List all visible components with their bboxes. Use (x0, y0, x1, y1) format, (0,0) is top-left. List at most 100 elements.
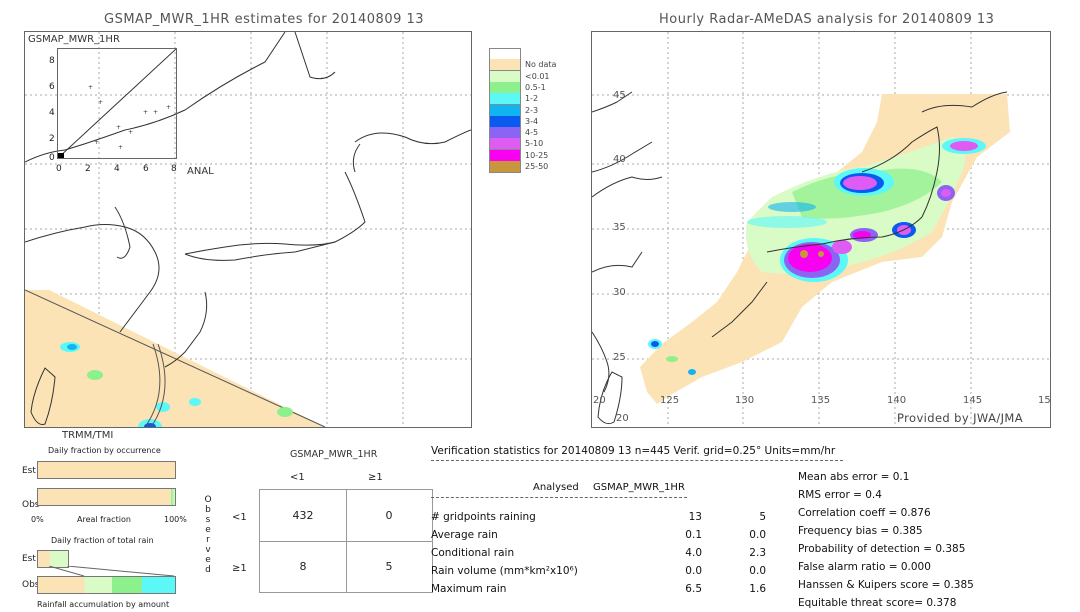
sensor-label: TRMM/TMI (62, 430, 114, 441)
legend-label: <0.01 (525, 71, 550, 81)
corner-lat-label: 20 (616, 413, 629, 424)
contingency-row-header: <1 (232, 512, 247, 523)
inset-y-tick: 8 (49, 56, 55, 66)
inset-label: GSMAP_MWR_1HR (28, 34, 120, 45)
svg-text:+: + (153, 109, 158, 116)
column-divider (431, 497, 687, 498)
total-rain-caption: Rainfall accumulation by amount (37, 600, 170, 609)
legend-swatch (489, 93, 521, 106)
stat-product-value: 1.6 (749, 583, 766, 595)
col-product-header: GSMAP_MWR_1HR (593, 482, 685, 493)
contingency-col-header: ≥1 (368, 472, 383, 483)
legend-label: 3-4 (525, 116, 539, 126)
lon-tick: 125 (660, 395, 680, 406)
inset-x-tick: 4 (114, 164, 120, 174)
left-map-title: GSMAP_MWR_1HR estimates for 20140809 13 (104, 12, 425, 27)
stat-label: Maximum rain (431, 583, 507, 595)
stat-label: # gridpoints raining (431, 511, 536, 523)
contingency-cell-misses: 8 (299, 559, 307, 573)
legend-label: 25-50 (525, 162, 549, 171)
contingency-cell-hits: 5 (385, 559, 393, 573)
observed-letter: b (205, 505, 211, 515)
legend-swatch (489, 70, 521, 83)
lat-tick: 40 (613, 154, 626, 165)
precip-legend: No data <0.01 0.5-1 1-2 2-3 3-4 4-5 5-10 10-25 25… (489, 48, 569, 173)
gsmap-estimates-map: GSMAP_MWR_1HR + + + + + + + + + 8 6 4 2 0 0 2 … (24, 31, 472, 428)
lat-tick: 20 (593, 395, 606, 406)
contingency-cell-hits-none: 432 (292, 508, 314, 522)
areal-axis-label: Areal fraction (77, 515, 131, 524)
inset-y-tick: 6 (49, 82, 55, 92)
coastline-hokkaido (354, 129, 471, 145)
radar-amedas-map: 45 40 35 30 25 20 125 130 135 140 145 15… (591, 31, 1051, 428)
verification-score: Frequency bias = 0.385 (798, 525, 923, 537)
inset-x-tick: 0 (56, 164, 62, 174)
svg-text:+: + (128, 129, 133, 136)
lon-tick: 145 (963, 395, 983, 406)
header-divider (431, 460, 843, 461)
stat-analysed-value: 0.0 (685, 565, 702, 577)
stat-product-value: 0.0 (749, 529, 766, 541)
legend-swatch (489, 138, 521, 151)
verification-score: False alarm ratio = 0.000 (798, 561, 931, 573)
lon-tick: 140 (887, 395, 907, 406)
verification-score: Mean abs error = 0.1 (798, 471, 910, 483)
radar-map-canvas (592, 32, 1050, 427)
right-map-title: Hourly Radar-AMeDAS analysis for 2014080… (659, 12, 995, 27)
occurrence-obs-bar (37, 488, 176, 506)
observed-letter: e (205, 555, 211, 565)
stat-product-value: 5 (759, 511, 766, 523)
legend-swatch (489, 127, 521, 140)
legend-swatch (489, 81, 521, 94)
inset-y-tick: 4 (49, 108, 55, 118)
observed-letter: O (204, 495, 212, 505)
legend-label: 2-3 (525, 105, 539, 115)
legend-swatch (489, 59, 521, 72)
svg-text:+: + (116, 124, 121, 131)
svg-text:+: + (166, 104, 171, 111)
inset-y-tick: 0 (49, 153, 55, 163)
observed-letter: v (205, 545, 211, 555)
observed-letter: s (205, 515, 211, 525)
total-rain-obs-bar (37, 576, 176, 594)
svg-text:+: + (88, 84, 93, 91)
areal-axis-left: 0% (31, 515, 44, 524)
inset-x-tick: 8 (171, 164, 177, 174)
verification-score: Probability of detection = 0.385 (798, 543, 966, 555)
stat-analysed-value: 4.0 (685, 547, 702, 559)
inset-y-tick: 2 (49, 134, 55, 144)
legend-label: 5-10 (525, 139, 544, 149)
inset-x-axis-label: ANAL (187, 166, 214, 177)
inset-scatter-plot: + + + + + + + + + (57, 48, 177, 159)
coastline-korea (114, 206, 131, 259)
stat-analysed-value: 13 (688, 511, 702, 523)
lat-tick: 25 (613, 352, 626, 363)
observed-letter: d (205, 565, 211, 575)
lat-tick: 45 (613, 90, 626, 101)
legend-label: 4-5 (525, 128, 539, 138)
stat-analysed-value: 6.5 (685, 583, 702, 595)
lat-tick: 35 (613, 222, 626, 233)
svg-text:+: + (118, 144, 123, 151)
contingency-cell-false-alarms: 0 (385, 508, 393, 522)
col-analysed-header: Analysed (533, 482, 579, 493)
legend-label: 0.5-1 (525, 82, 546, 92)
contingency-table: 432 0 8 5 (259, 489, 433, 593)
contingency-product-label: GSMAP_MWR_1HR (290, 449, 378, 460)
stat-product-value: 2.3 (749, 547, 766, 559)
total-rain-title: Daily fraction of total rain (51, 536, 154, 545)
legend-label: 10-25 (525, 150, 549, 160)
contingency-row-header: ≥1 (232, 563, 247, 574)
inset-x-tick: 2 (85, 164, 91, 174)
observed-letter: e (205, 525, 211, 535)
inset-x-tick: 6 (143, 164, 149, 174)
lon-tick: 130 (735, 395, 755, 406)
verification-score: Equitable threat score= 0.378 (798, 597, 957, 609)
stat-product-value: 0.0 (749, 565, 766, 577)
lat-tick: 30 (613, 287, 626, 298)
occurrence-est-bar (37, 461, 176, 479)
verification-score: Hanssen & Kuipers score = 0.385 (798, 579, 974, 591)
stat-label: Conditional rain (431, 547, 515, 559)
legend-swatch (489, 115, 521, 128)
verification-score: Correlation coeff = 0.876 (798, 507, 931, 519)
